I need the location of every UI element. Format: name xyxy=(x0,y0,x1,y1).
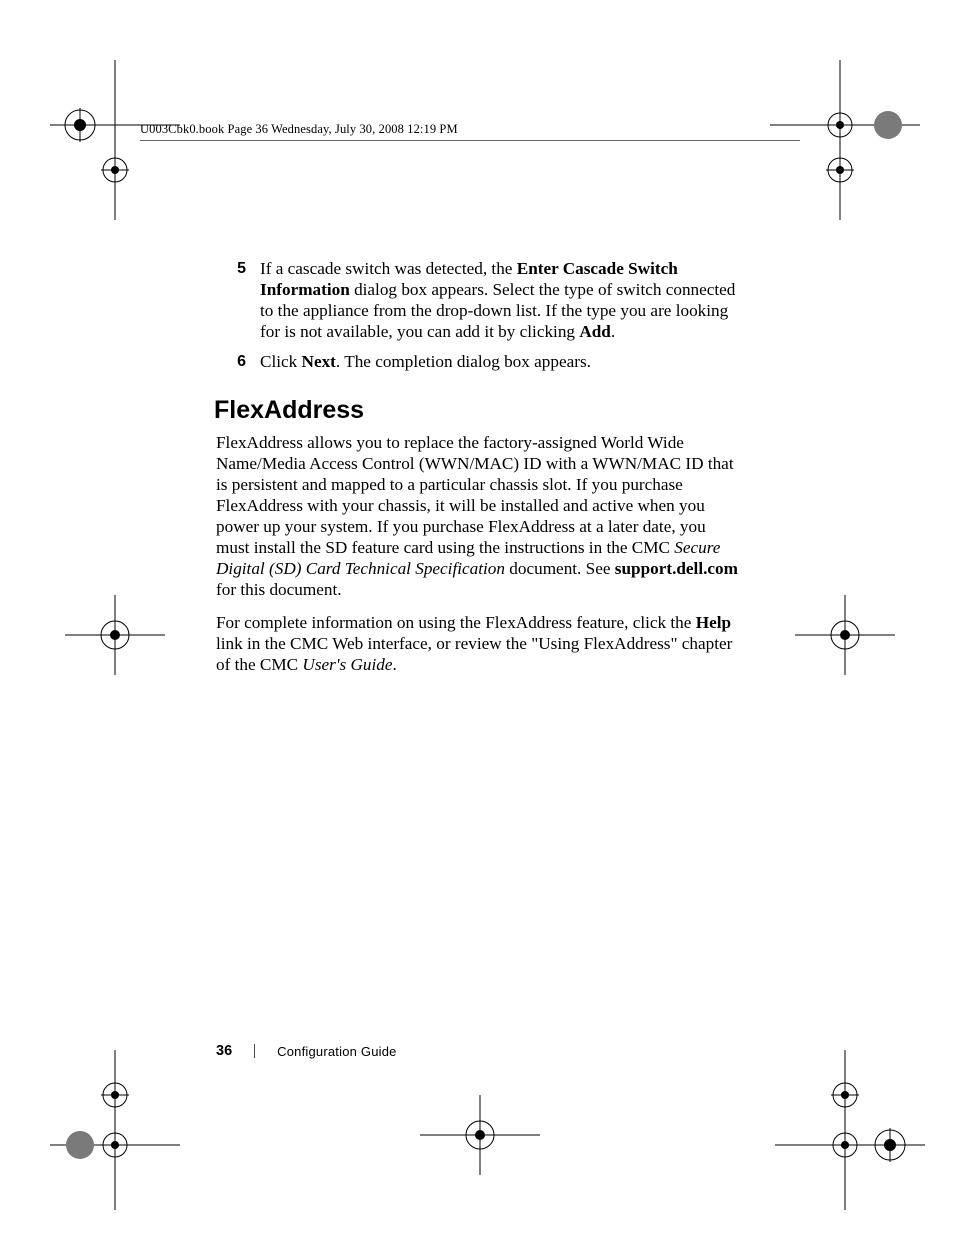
text-run: . The completion dialog box appears. xyxy=(336,352,591,371)
step-body: Click Next. The completion dialog box ap… xyxy=(260,352,741,373)
text-run: FlexAddress allows you to replace the fa… xyxy=(216,433,734,557)
text-run: Add xyxy=(579,322,611,341)
regmark-bottom-left xyxy=(50,1050,180,1210)
footer-separator xyxy=(254,1044,255,1058)
section-heading: FlexAddress xyxy=(214,395,741,426)
text-run: for this document. xyxy=(216,580,342,599)
paragraph: For complete information on using the Fl… xyxy=(216,613,741,676)
text-run: Next xyxy=(302,352,336,371)
text-run: document. See xyxy=(505,559,615,578)
footer-doc-title: Configuration Guide xyxy=(277,1044,396,1059)
running-head: U003Cbk0.book Page 36 Wednesday, July 30… xyxy=(140,122,458,137)
step-number: 6 xyxy=(216,352,260,373)
text-run: . xyxy=(393,655,397,674)
paragraphs: FlexAddress allows you to replace the fa… xyxy=(216,433,741,676)
regmark-bottom-right xyxy=(775,1050,925,1210)
steps-list: 5If a cascade switch was detected, the E… xyxy=(216,259,741,373)
text-run: Click xyxy=(260,352,302,371)
step-number: 5 xyxy=(216,259,260,343)
content-column: 5If a cascade switch was detected, the E… xyxy=(216,259,741,688)
step: 5If a cascade switch was detected, the E… xyxy=(216,259,741,343)
page-number: 36 xyxy=(216,1043,232,1059)
text-run: support.dell.com xyxy=(615,559,738,578)
page: U003Cbk0.book Page 36 Wednesday, July 30… xyxy=(0,0,954,1235)
regmark-mid-left xyxy=(65,595,165,675)
text-run: . xyxy=(611,322,615,341)
step: 6Click Next. The completion dialog box a… xyxy=(216,352,741,373)
regmark-mid-right xyxy=(795,595,895,675)
text-run: User's Guide xyxy=(302,655,392,674)
step-body: If a cascade switch was detected, the En… xyxy=(260,259,741,343)
text-run: If a cascade switch was detected, the xyxy=(260,259,517,278)
running-head-rule xyxy=(140,140,800,141)
regmark-bottom-center xyxy=(420,1095,540,1175)
text-run: Help xyxy=(696,613,731,632)
text-run: link in the CMC Web interface, or review… xyxy=(216,634,732,674)
footer: 36 Configuration Guide xyxy=(216,1043,736,1059)
text-run: For complete information on using the Fl… xyxy=(216,613,696,632)
paragraph: FlexAddress allows you to replace the fa… xyxy=(216,433,741,601)
running-head-text: U003Cbk0.book Page 36 Wednesday, July 30… xyxy=(140,122,458,136)
